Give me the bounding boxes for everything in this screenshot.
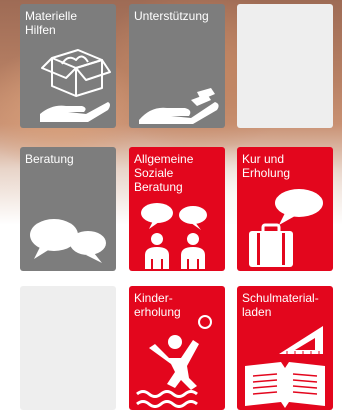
tile-label: Materielle Hilfen [25, 9, 78, 37]
open-hand-icon [137, 88, 221, 124]
book-ruler-icon [243, 322, 327, 408]
tile-empty-placeholder [20, 286, 116, 410]
tile-empty-placeholder [237, 4, 333, 128]
box-in-hand-icon [38, 44, 112, 122]
tile-kur-und-erholung[interactable]: Kur und Erholung [237, 147, 333, 271]
tile-label: Unterstützung [134, 9, 209, 23]
two-people-talking-icon [137, 203, 217, 269]
suitcase-speech-icon [247, 187, 327, 269]
tile-label: Beratung [25, 152, 74, 166]
tile-unterstuetzung[interactable]: Unterstützung [129, 4, 225, 128]
tile-label: Kur und Erholung [242, 152, 291, 180]
tile-label: Allgemeine Soziale Beratung [134, 152, 194, 194]
child-swimming-ball-icon [135, 314, 219, 408]
tile-label: Schulmaterial- laden [242, 291, 319, 319]
tile-materielle-hilfen[interactable]: Materielle Hilfen [20, 4, 116, 128]
tile-beratung[interactable]: Beratung [20, 147, 116, 271]
tile-schulmaterialladen[interactable]: Schulmaterial- laden [237, 286, 333, 410]
tile-allgemeine-soziale-beratung[interactable]: Allgemeine Soziale Beratung [129, 147, 225, 271]
tile-kindererholung[interactable]: Kinder- erholung [129, 286, 225, 410]
speech-bubbles-icon [28, 215, 108, 265]
